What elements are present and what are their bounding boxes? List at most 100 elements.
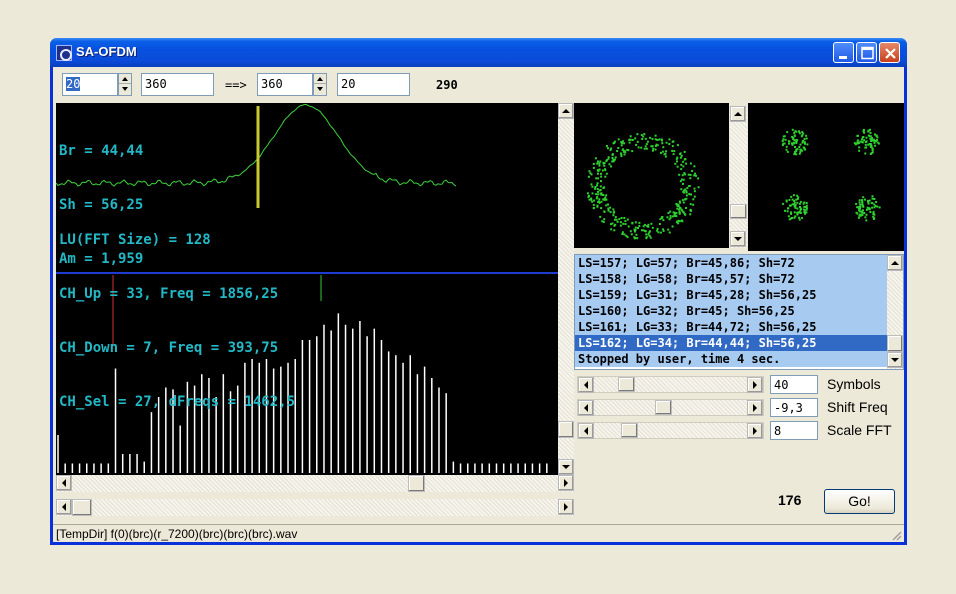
shift-freq-field[interactable]: -9,3: [770, 398, 818, 417]
shift-freq-slider-left[interactable]: [578, 400, 594, 416]
constellation-point: [607, 156, 610, 159]
constel-scroll-down[interactable]: [730, 231, 746, 247]
graph-vscroll-thumb[interactable]: [558, 421, 574, 438]
constellation-point: [664, 155, 667, 158]
length-field[interactable]: 360: [141, 73, 214, 96]
constellation-point: [673, 213, 676, 216]
scale-fft-slider-left[interactable]: [578, 423, 594, 439]
qpsk-point: [869, 135, 872, 138]
scale-fft-field[interactable]: 8: [770, 421, 818, 440]
qpsk-point: [797, 216, 800, 219]
position-left-button[interactable]: [56, 499, 72, 515]
constellation-point: [588, 194, 590, 197]
constellation-point: [602, 187, 605, 190]
constel-scroll-up[interactable]: [730, 106, 746, 122]
constellation-point: [620, 155, 623, 158]
constellation-point: [626, 218, 629, 221]
resize-grip-icon[interactable]: [890, 529, 902, 541]
constellation-point: [617, 147, 620, 149]
constellation-point: [689, 208, 692, 211]
log-row[interactable]: LS=157; LG=57; Br=45,86; Sh=72: [575, 255, 887, 271]
close-button[interactable]: [879, 42, 900, 63]
constellation-point: [634, 137, 637, 140]
qpsk-point: [858, 146, 861, 149]
graph-vscrollbar[interactable]: [558, 103, 574, 475]
constellation-scrollbar[interactable]: [730, 106, 747, 248]
constellation-point: [687, 173, 690, 176]
log-scroll-thumb[interactable]: [887, 335, 903, 352]
graph-hscroll-thumb[interactable]: [408, 475, 425, 492]
constellation-point: [682, 165, 685, 168]
constellation-point: [655, 143, 658, 146]
position-scrollbar[interactable]: [56, 499, 574, 516]
window-title: SA-OFDM: [76, 44, 137, 59]
qpsk-point: [799, 206, 801, 208]
log-scroll-down[interactable]: [887, 352, 903, 368]
shift-freq-slider-right[interactable]: [747, 400, 763, 416]
log-row-status[interactable]: Stopped by user, time 4 sec.: [575, 351, 887, 367]
qpsk-point: [876, 139, 878, 141]
constellation-point: [609, 206, 612, 209]
graph-hscrollbar[interactable]: [56, 475, 574, 492]
symbols-slider-right[interactable]: [747, 377, 763, 393]
go-button[interactable]: Go!: [824, 489, 895, 514]
target-field[interactable]: 360: [257, 73, 313, 96]
constellation-point: [644, 137, 647, 140]
constellation-point: [634, 221, 637, 224]
start-spinner[interactable]: [118, 73, 132, 96]
log-scroll-up[interactable]: [887, 255, 903, 271]
constellation-point: [629, 135, 632, 138]
qpsk-point: [871, 206, 874, 209]
constellation-point: [672, 153, 675, 156]
constellation-point: [592, 203, 595, 206]
scroll-down-button[interactable]: [558, 459, 574, 475]
qpsk-point: [797, 196, 800, 199]
symbols-slider-thumb[interactable]: [618, 377, 636, 392]
scale-fft-slider[interactable]: [577, 422, 764, 439]
qpsk-point: [861, 213, 864, 216]
constellation-point: [671, 145, 674, 148]
log-row[interactable]: LS=160; LG=32; Br=45; Sh=56,25: [575, 303, 887, 319]
maximize-button[interactable]: [856, 42, 877, 63]
symbols-field[interactable]: 40: [770, 375, 818, 394]
step-field[interactable]: 20: [337, 73, 410, 96]
start-field[interactable]: 20: [62, 73, 118, 96]
log-row[interactable]: LS=159; LG=31; Br=45,28; Sh=56,25: [575, 287, 887, 303]
scale-fft-slider-thumb[interactable]: [621, 423, 639, 438]
qpsk-point: [799, 200, 802, 203]
minimize-button[interactable]: [833, 42, 854, 63]
log-row-selected[interactable]: LS=162; LG=34; Br=44,44; Sh=56,25: [575, 335, 887, 351]
constellation-point: [596, 205, 599, 208]
constellation-point: [635, 233, 638, 236]
shift-freq-slider[interactable]: [577, 399, 764, 416]
qpsk-point: [794, 130, 797, 133]
log-row[interactable]: LS=161; LG=33; Br=44,72; Sh=56,25: [575, 319, 887, 335]
position-right-button[interactable]: [558, 499, 574, 515]
constellation-point: [592, 207, 595, 210]
constellation-point: [619, 152, 622, 155]
signal-graph[interactable]: Br = 44,44 Sh = 56,25 Am = 1,959 LU(FFT …: [55, 103, 558, 475]
log-list[interactable]: LS=157; LG=57; Br=45,86; Sh=72 LS=158; L…: [574, 254, 904, 370]
constellation-point: [693, 174, 696, 177]
constellation-point: [611, 222, 614, 225]
constellation-point: [666, 216, 669, 219]
constellation-point: [605, 172, 608, 175]
position-thumb[interactable]: [72, 499, 92, 516]
log-row[interactable]: LS=158; LG=58; Br=45,57; Sh=72: [575, 271, 887, 287]
scroll-left-button[interactable]: [56, 475, 72, 491]
qpsk-point: [795, 139, 798, 142]
status-text: [TempDir] f(0)(brc)(r_7200)(brc)(brc)(br…: [56, 527, 298, 541]
log-scrollbar[interactable]: [887, 255, 903, 369]
scroll-up-button[interactable]: [558, 103, 574, 119]
qpsk-point: [791, 216, 793, 219]
target-spinner[interactable]: [313, 73, 327, 96]
shift-freq-slider-thumb[interactable]: [655, 400, 673, 415]
constellation-point: [660, 151, 662, 154]
scale-fft-slider-right[interactable]: [747, 423, 763, 439]
title-bar[interactable]: SA-OFDM: [50, 38, 907, 67]
constel-scroll-thumb[interactable]: [730, 204, 747, 219]
symbols-slider-left[interactable]: [578, 377, 594, 393]
scroll-right-button[interactable]: [558, 475, 574, 491]
symbols-slider[interactable]: [577, 376, 764, 393]
constellation-point: [683, 150, 686, 153]
